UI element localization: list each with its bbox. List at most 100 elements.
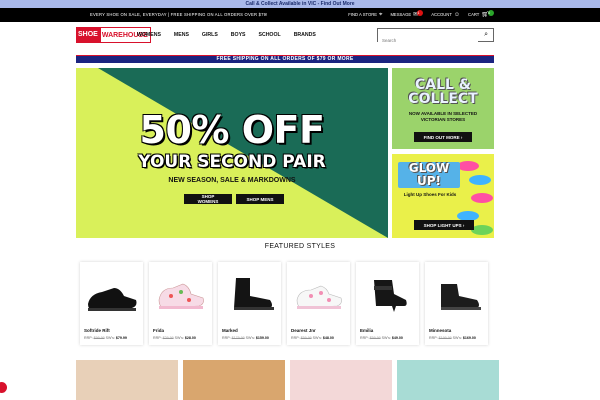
product-price: RRP: $59.99 SW's: $48.00: [291, 336, 334, 340]
pink-sneaker-icon: [296, 285, 342, 309]
location-pin-icon: ⌖: [379, 12, 383, 18]
rrp-label: RRP: [360, 336, 368, 340]
message-count-badge: 1: [417, 9, 424, 16]
floral-sneaker-icon: [158, 283, 204, 309]
product-card[interactable]: Dearest Jnr RRP: $59.99 SW's: $48.00: [287, 262, 350, 345]
utility-promo-text: EVERY SHOE ON SALE, EVERYDAY | FREE SHIP…: [90, 12, 268, 17]
cart-count-badge: 0: [488, 9, 494, 16]
cart-label: CART: [468, 12, 480, 17]
product-price: RRP: $199.99 SW's: $169.00: [429, 336, 476, 340]
call-collect-title-line2: COLLECT: [408, 91, 478, 107]
product-name: Marked: [222, 328, 238, 333]
chelsea-boot-icon: [234, 278, 274, 310]
nav-mens[interactable]: MENS: [174, 22, 189, 48]
rrp-label: RRP: [429, 336, 437, 340]
product-card[interactable]: Frida RRP: $29.99 SW's: $28.00: [149, 262, 212, 345]
product-name: Frida: [153, 328, 165, 333]
product-was-price: $59.99: [300, 336, 312, 340]
featured-products: Softride Rift RRP: $99.99 SW's: $79.99 F…: [80, 262, 488, 345]
nav-girls[interactable]: GIRLS: [202, 22, 218, 48]
glow-up-promo[interactable]: GLOW UP! Light Up Shoes For Kids SHOP LIG…: [392, 154, 494, 238]
category-menu: WOMENS MENS GIRLS BOYS SCHOOL BRANDS: [137, 22, 329, 48]
shop-mens-button[interactable]: SHOP MENS: [236, 194, 284, 204]
call-collect-text-line1: NOW AVAILABLE IN SELECTED: [408, 111, 478, 116]
call-collect-text-line2: VICTORIAN STORES: [420, 117, 466, 122]
find-store-link[interactable]: FIND A STORE ⌖: [348, 8, 382, 22]
ankle-boot-icon: [441, 284, 481, 310]
product-was-price: $179.99: [231, 336, 245, 340]
sw-label: SW's: [452, 336, 461, 340]
shop-womens-button[interactable]: SHOP WOMENS: [184, 194, 232, 204]
product-name: Minnesota: [429, 328, 452, 333]
find-out-more-button[interactable]: FIND OUT MORE ›: [414, 132, 472, 142]
search-box: ⌕: [377, 28, 494, 47]
featured-styles-heading: FEATURED STYLES: [264, 243, 336, 250]
nav-womens[interactable]: WOMENS: [137, 22, 161, 48]
nav-school[interactable]: SCHOOL: [258, 22, 280, 48]
chat-widget-icon[interactable]: [0, 382, 7, 393]
nav-brands[interactable]: BRANDS: [294, 22, 316, 48]
product-name: Emilia: [360, 328, 374, 333]
nav-boys[interactable]: BOYS: [231, 22, 246, 48]
glow-up-text: Light Up Shoes For Kids: [403, 192, 457, 197]
rrp-label: RRP: [84, 336, 92, 340]
rrp-label: RRP: [291, 336, 299, 340]
user-icon: ☺: [453, 12, 461, 18]
hero-headline: 50% OFF: [139, 108, 325, 152]
account-label: ACCOUNT: [431, 12, 452, 17]
hero-banner[interactable]: 50% OFF YOUR SECOND PAIR NEW SEASON, SAL…: [76, 68, 388, 238]
product-was-price: $29.99: [162, 336, 174, 340]
category-tiles: [76, 360, 499, 400]
product-price: RRP: $179.99 SW's: $159.00: [222, 336, 269, 340]
product-name: Dearest Jnr: [291, 328, 316, 333]
black-sneaker-icon: [88, 288, 137, 311]
product-sale-price: $159.00: [255, 336, 269, 340]
product-price: RRP: $99.99 SW's: $79.99: [84, 336, 127, 340]
cart-link[interactable]: CART 🛒︎ 0: [468, 8, 494, 22]
glow-up-title-line1: GLOW: [408, 161, 450, 175]
call-collect-promo[interactable]: CALL & COLLECT NOW AVAILABLE IN SELECTED V…: [392, 68, 494, 149]
sw-label: SW's: [245, 336, 254, 340]
product-was-price: $99.99: [93, 336, 105, 340]
peep-toe-boot-icon: [374, 280, 407, 312]
rrp-label: RRP: [153, 336, 161, 340]
product-was-price: $59.99: [369, 336, 381, 340]
hero-subheadline: YOUR SECOND PAIR: [138, 152, 326, 172]
product-card[interactable]: Marked RRP: $179.99 SW's: $159.00: [218, 262, 281, 345]
hero-tagline: NEW SEASON, SALE & MARKDOWNS: [168, 177, 296, 184]
glow-up-title: GLOW UP!: [398, 162, 460, 188]
call-collect-title: CALL & COLLECT: [392, 78, 494, 106]
top-announcement-bar[interactable]: Call & Collect Available in VIC - Find O…: [0, 0, 600, 8]
logo-left-text: SHOE: [76, 27, 100, 43]
sw-label: SW's: [381, 336, 390, 340]
account-link[interactable]: ACCOUNT ☺: [431, 8, 460, 22]
sw-label: SW's: [105, 336, 114, 340]
search-input[interactable]: [378, 34, 478, 47]
message-link[interactable]: MESSAGE ✉ 1: [390, 8, 424, 22]
product-price: RRP: $59.99 SW's: $49.00: [360, 336, 403, 340]
product-sale-price: $79.99: [115, 336, 127, 340]
message-label: MESSAGE: [390, 12, 412, 17]
main-nav: SHOE WAREHOUSE WOMENS MENS GIRLS BOYS SC…: [0, 22, 600, 48]
product-name: Softride Rift: [84, 328, 110, 333]
category-tile-boots[interactable]: [183, 360, 285, 400]
find-store-label: FIND A STORE: [348, 12, 378, 17]
free-shipping-banner[interactable]: FREE SHIPPING ON ALL ORDERS OF $79 OR MO…: [76, 55, 494, 63]
rrp-label: RRP: [222, 336, 230, 340]
shop-light-ups-button[interactable]: SHOP LIGHT UPS ›: [414, 220, 474, 230]
category-tile-kids[interactable]: [290, 360, 392, 400]
call-collect-text: NOW AVAILABLE IN SELECTED VICTORIAN STORE…: [392, 111, 494, 123]
sw-label: SW's: [174, 336, 183, 340]
product-was-price: $199.99: [438, 336, 452, 340]
product-card[interactable]: Minnesota RRP: $199.99 SW's: $169.00: [425, 262, 488, 345]
product-card[interactable]: Emilia RRP: $59.99 SW's: $49.00: [356, 262, 419, 345]
product-card[interactable]: Softride Rift RRP: $99.99 SW's: $79.99: [80, 262, 143, 345]
search-icon[interactable]: ⌕: [484, 31, 488, 39]
category-tile-sneakers[interactable]: [397, 360, 499, 400]
product-sale-price: $169.00: [462, 336, 476, 340]
product-sale-price: $49.00: [391, 336, 403, 340]
product-price: RRP: $29.99 SW's: $28.00: [153, 336, 196, 340]
utility-bar: EVERY SHOE ON SALE, EVERYDAY | FREE SHIP…: [0, 8, 600, 22]
category-tile-sandals[interactable]: [76, 360, 178, 400]
product-sale-price: $48.00: [322, 336, 334, 340]
